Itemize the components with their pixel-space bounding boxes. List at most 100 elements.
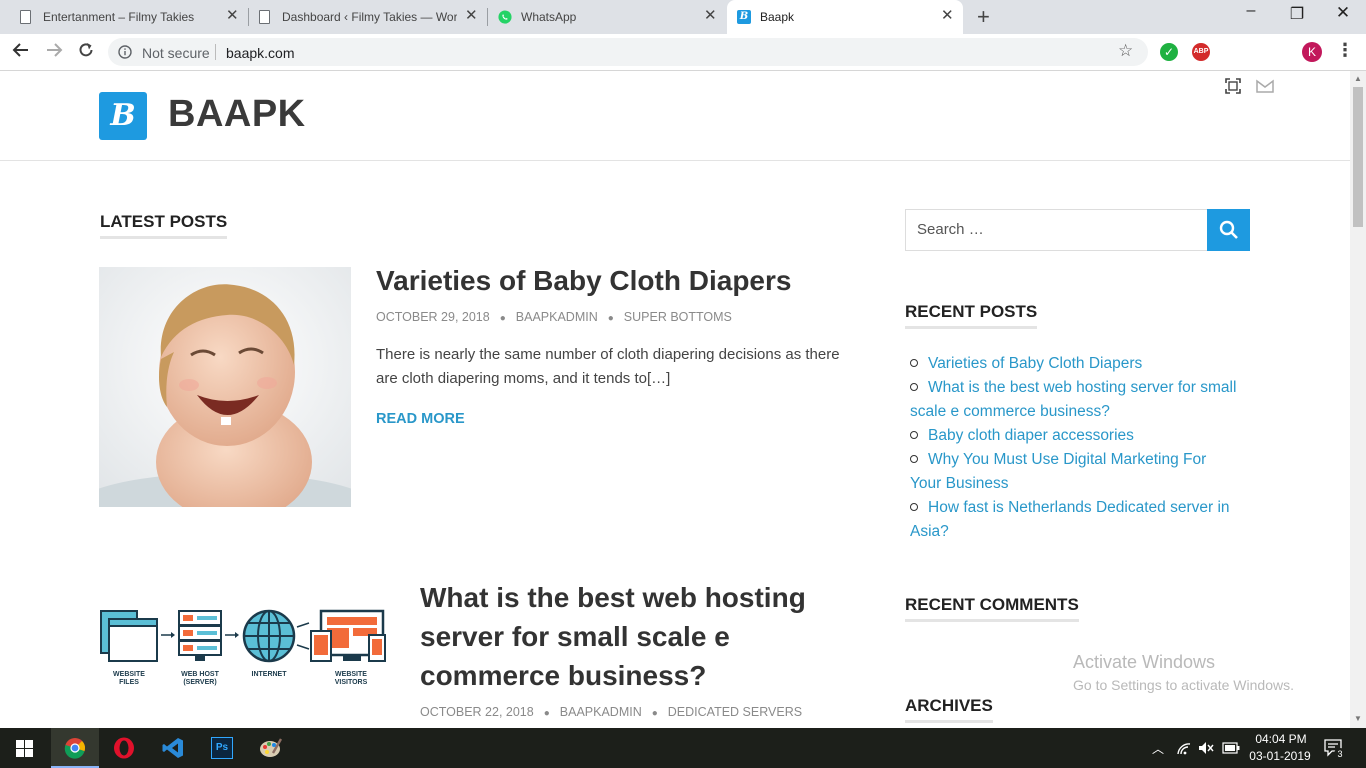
close-icon[interactable]: ✕ xyxy=(465,8,478,24)
site-header: B BAAPK xyxy=(0,71,1350,161)
forward-icon[interactable] xyxy=(42,41,66,64)
clock-date[interactable]: 03-01-2019 xyxy=(1248,749,1312,763)
meta-dot: ● xyxy=(607,313,614,324)
internet-globe-icon xyxy=(242,609,296,663)
action-center-icon[interactable]: 3 xyxy=(1324,738,1346,763)
diagram-label: WEBSITE xyxy=(335,671,367,678)
menu-kebab-icon[interactable]: ⋮ xyxy=(1336,40,1354,61)
bullet-icon xyxy=(910,454,918,463)
diagram-label: FILES xyxy=(119,679,139,686)
tab-baapk[interactable]: B Baapk ✕ xyxy=(727,0,963,34)
tab-strip: Entertanment – Filmy Takies ✕ Dashboard … xyxy=(0,0,1366,34)
recent-posts-heading: RECENT POSTS xyxy=(905,302,1038,329)
post-excerpt: There is nearly the same number of cloth… xyxy=(376,346,840,387)
tab-label: Baapk xyxy=(760,10,795,24)
close-icon[interactable]: ✕ xyxy=(226,8,239,24)
search-input[interactable] xyxy=(906,210,1197,248)
tab-whatsapp[interactable]: WhatsApp ✕ xyxy=(488,0,724,34)
url-text[interactable]: baapk.com xyxy=(226,45,294,61)
page-scrollbar[interactable]: ▲ ▼ xyxy=(1350,71,1366,728)
recent-post-link[interactable]: Varieties of Baby Cloth Diapers xyxy=(928,355,1142,372)
website-files-icon xyxy=(100,610,158,662)
windows-start-icon[interactable] xyxy=(0,728,48,768)
tray-chevron-up-icon[interactable]: ︿ xyxy=(1152,740,1164,757)
clock-time[interactable]: 04:04 PM xyxy=(1253,732,1309,746)
activate-windows-subtitle: Go to Settings to activate Windows. xyxy=(1073,677,1294,693)
site-title[interactable]: BAAPK xyxy=(168,93,306,136)
window-close-icon[interactable]: ✕ xyxy=(1328,3,1358,23)
recent-post-link[interactable]: What is the best web hosting server for … xyxy=(910,379,1236,420)
diagram-label: INTERNET xyxy=(252,671,288,678)
tab-dashboard[interactable]: Dashboard ‹ Filmy Takies — Wor ✕ xyxy=(249,0,485,34)
meta-dot: ● xyxy=(651,708,658,719)
list-item: How fast is Netherlands Dedicated server… xyxy=(910,496,1240,544)
back-icon[interactable] xyxy=(9,41,33,64)
tab-label: Dashboard ‹ Filmy Takies — Wor xyxy=(282,10,457,24)
profile-avatar[interactable]: K xyxy=(1302,42,1322,62)
recent-post-link[interactable]: How fast is Netherlands Dedicated server… xyxy=(910,499,1230,540)
post-thumbnail-baby[interactable] xyxy=(99,267,351,507)
post-category[interactable]: DEDICATED SERVERS xyxy=(668,705,802,719)
post-thumbnail-hosting[interactable]: WEBSITE FILES WEB HOST (SERVER) INTERNET xyxy=(99,605,389,690)
website-visitors-icon xyxy=(310,609,386,662)
info-icon[interactable] xyxy=(118,45,132,59)
recent-post-link[interactable]: Why You Must Use Digital Marketing For Y… xyxy=(910,451,1206,492)
browser-toolbar: Not secure baapk.com ☆ ✓ ABP K ⋮ xyxy=(0,34,1366,94)
windows-taskbar: Ps ︿ 04:04 PM 03-01-2019 3 xyxy=(0,728,1366,768)
notification-count-badge: 3 xyxy=(1334,748,1346,760)
restore-icon[interactable]: ❐ xyxy=(1282,4,1312,24)
post-author[interactable]: BAAPKADMIN xyxy=(516,310,598,324)
minimize-icon[interactable]: – xyxy=(1236,2,1266,20)
photoshop-icon[interactable]: Ps xyxy=(198,728,246,768)
battery-icon[interactable] xyxy=(1222,742,1240,754)
adblock-plus-icon[interactable]: ABP xyxy=(1192,43,1210,61)
close-icon[interactable]: ✕ xyxy=(704,8,717,24)
activate-windows-title: Activate Windows xyxy=(1073,652,1216,672)
search-box xyxy=(905,209,1208,251)
close-icon[interactable]: ✕ xyxy=(941,8,954,24)
recent-post-link[interactable]: Baby cloth diaper accessories xyxy=(928,427,1134,444)
archives-heading: ARCHIVES xyxy=(905,696,993,723)
post-title[interactable]: What is the best web hosting server for … xyxy=(420,578,850,695)
post-meta: OCTOBER 22, 2018 ● BAAPKADMIN ● DEDICATED SE… xyxy=(420,705,802,719)
hosting-diagram: WEBSITE FILES WEB HOST (SERVER) INTERNET xyxy=(100,609,386,686)
latest-posts-heading: LATEST POSTS xyxy=(100,212,228,239)
paint-icon[interactable] xyxy=(247,728,295,768)
new-tab-button[interactable]: + xyxy=(977,4,990,30)
list-item: Why You Must Use Digital Marketing For Y… xyxy=(910,448,1240,496)
tab-label: WhatsApp xyxy=(521,10,577,24)
page-icon xyxy=(259,10,270,24)
search-button[interactable] xyxy=(1207,209,1250,251)
diagram-label: VISITORS xyxy=(335,679,368,686)
opera-icon[interactable] xyxy=(100,728,148,768)
post-title[interactable]: Varieties of Baby Cloth Diapers xyxy=(376,261,856,300)
diagram-label: WEB HOST xyxy=(181,671,219,678)
meta-dot: ● xyxy=(543,708,550,719)
tab-entertainment[interactable]: Entertanment – Filmy Takies ✕ xyxy=(10,0,246,34)
chrome-icon[interactable] xyxy=(51,728,99,768)
reload-icon[interactable] xyxy=(74,41,98,64)
security-label[interactable]: Not secure xyxy=(142,45,210,61)
bullet-icon xyxy=(910,382,918,391)
post-date[interactable]: OCTOBER 22, 2018 xyxy=(420,705,534,719)
bookmark-star-icon[interactable]: ☆ xyxy=(1118,41,1133,61)
address-bar[interactable]: Not secure baapk.com ☆ xyxy=(108,38,1148,66)
baby-photo xyxy=(99,267,351,507)
checkmark-extension-icon[interactable]: ✓ xyxy=(1160,43,1178,61)
post-author[interactable]: BAAPKADMIN xyxy=(560,705,642,719)
page-icon xyxy=(20,10,31,24)
scroll-down-arrow-icon[interactable]: ▼ xyxy=(1354,714,1362,723)
read-more-link[interactable]: READ MORE xyxy=(376,411,465,427)
list-item: Varieties of Baby Cloth Diapers xyxy=(910,352,1240,376)
vscode-icon[interactable] xyxy=(149,728,197,768)
scroll-up-arrow-icon[interactable]: ▲ xyxy=(1354,74,1362,83)
web-host-server-icon xyxy=(178,610,222,661)
post-meta: OCTOBER 29, 2018 ● BAAPKADMIN ● SUPER BOTTOM… xyxy=(376,310,732,324)
post-date[interactable]: OCTOBER 29, 2018 xyxy=(376,310,490,324)
bullet-icon xyxy=(910,502,918,511)
post-category[interactable]: SUPER BOTTOMS xyxy=(624,310,732,324)
site-logo[interactable]: B xyxy=(99,92,147,140)
network-icon[interactable] xyxy=(1176,741,1192,755)
scroll-thumb[interactable] xyxy=(1353,87,1363,227)
volume-muted-icon[interactable] xyxy=(1198,741,1214,755)
